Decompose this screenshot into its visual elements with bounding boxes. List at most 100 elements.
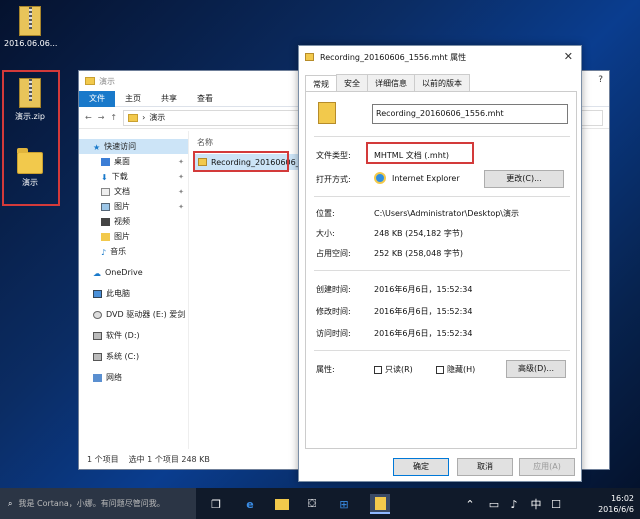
file-explorer-taskbar-icon[interactable]	[272, 494, 292, 514]
up-icon[interactable]: ↑	[110, 113, 117, 122]
clock-time: 16:02	[610, 494, 634, 503]
separator	[314, 136, 570, 137]
modified-value: 2016年6月6日，15:52:34	[374, 307, 473, 316]
location-value: C:\Users\Administrator\Desktop\演示	[374, 209, 519, 218]
folder-icon	[128, 113, 139, 122]
created-value: 2016年6月6日，15:52:34	[374, 285, 473, 294]
change-button[interactable]: 更改(C)...	[484, 170, 564, 188]
attributes-label: 属性:	[316, 365, 335, 374]
chevron-up-icon[interactable]: ⌃	[460, 494, 480, 514]
hidden-checkbox[interactable]: 隐藏(H)	[436, 364, 475, 375]
nav-item-pictures[interactable]: 图片 ✦	[79, 199, 188, 214]
cancel-button[interactable]: 取消	[457, 458, 513, 476]
search-icon: ⌕	[8, 498, 13, 508]
location-label: 位置:	[316, 209, 335, 218]
open-with-value: Internet Explorer	[392, 174, 460, 183]
tab-details[interactable]: 详细信息	[367, 74, 415, 92]
nav-item-dvd[interactable]: DVD 驱动器 (E:) 爱剑	[79, 307, 188, 322]
item-count: 1 个项目	[87, 455, 119, 464]
created-label: 创建时间:	[316, 285, 351, 294]
nav-item-drive-c[interactable]: 系统 (C:)	[79, 349, 188, 364]
modified-label: 修改时间:	[316, 307, 351, 316]
highlight-desktop-icons	[2, 70, 60, 206]
network-tray-icon[interactable]: ▭	[484, 494, 504, 514]
store-icon[interactable]: ⛋	[302, 494, 322, 514]
star-icon: ★	[93, 142, 101, 152]
download-icon: ⬇	[101, 172, 108, 182]
ribbon-tab-home[interactable]: 主页	[115, 91, 151, 107]
pin-icon: ✦	[178, 202, 184, 211]
task-view-icon[interactable]: ❐	[206, 494, 226, 514]
help-icon[interactable]: ?	[598, 75, 603, 85]
size-on-disk-label: 占用空间:	[316, 249, 351, 258]
tab-previous-versions[interactable]: 以前的版本	[414, 74, 470, 92]
nav-item-videos[interactable]: 视频	[79, 214, 188, 229]
music-icon: ♪	[101, 247, 107, 257]
file-type-icon	[318, 102, 336, 124]
ribbon-tab-share[interactable]: 共享	[151, 91, 187, 107]
size-label: 大小:	[316, 229, 335, 238]
dialog-tabs: 常规 安全 详细信息 以前的版本	[305, 74, 470, 93]
internet-explorer-icon	[374, 172, 386, 184]
pin-icon: ✦	[178, 187, 184, 196]
taskbar-clock[interactable]: 16:02 2016/6/6	[598, 493, 634, 515]
ribbon-tab-file[interactable]: 文件	[79, 90, 115, 107]
checkbox-box	[436, 365, 444, 374]
file-name-field[interactable]: Recording_20160606_1556.mht	[372, 104, 568, 124]
highlight-file-type	[366, 142, 474, 164]
cortana-search-box[interactable]: ⌕ 我是 Cortana，小娜。有问题尽管问我。	[0, 488, 196, 519]
nav-item-onedrive[interactable]: ☁ OneDrive	[79, 265, 188, 280]
nav-item-desktop[interactable]: 桌面 ✦	[79, 154, 188, 169]
dvd-icon	[93, 310, 102, 319]
status-bar: 1 个项目 选中 1 个项目 248 KB	[87, 454, 210, 465]
pin-icon: ✦	[178, 172, 184, 181]
address-path: 演示	[149, 113, 166, 122]
zip-file-icon	[19, 6, 41, 36]
windows-icon[interactable]: ⊞	[334, 494, 354, 514]
nav-item-network[interactable]: 网络	[79, 370, 188, 385]
forward-icon[interactable]: →	[98, 113, 105, 122]
apply-button[interactable]: 应用(A)	[519, 458, 575, 476]
ok-button[interactable]: 确定	[393, 458, 449, 476]
readonly-checkbox[interactable]: 只读(R)	[374, 364, 413, 375]
drive-icon	[93, 331, 102, 340]
video-icon	[101, 217, 110, 226]
advanced-button[interactable]: 高级(D)...	[506, 360, 566, 378]
ime-icon[interactable]: 中	[526, 494, 546, 514]
clock-date: 2016/6/6	[598, 505, 634, 514]
type-label: 文件类型:	[316, 151, 351, 160]
pin-icon: ✦	[178, 157, 184, 166]
mht-file-icon	[305, 53, 314, 61]
nav-item-quick-access[interactable]: ★ 快速访问	[79, 139, 188, 154]
folder-icon	[101, 232, 110, 241]
folder-icon	[85, 77, 95, 85]
ribbon-tab-view[interactable]: 查看	[187, 91, 223, 107]
nav-item-drive-d[interactable]: 软件 (D:)	[79, 328, 188, 343]
picture-icon	[101, 202, 110, 211]
nav-item-this-pc[interactable]: 此电脑	[79, 286, 188, 301]
back-icon[interactable]: ←	[85, 113, 92, 122]
highlight-file	[193, 151, 289, 172]
dialog-titlebar: Recording_20160606_1556.mht 属性	[299, 46, 581, 68]
cloud-icon: ☁	[93, 268, 101, 278]
desktop-icon-label: 2016.06.06...	[4, 39, 58, 48]
size-on-disk-value: 252 KB (258,048 字节)	[374, 249, 463, 258]
nav-item-documents[interactable]: 文档 ✦	[79, 184, 188, 199]
separator	[314, 196, 570, 197]
close-icon[interactable]: ✕	[564, 50, 573, 63]
mht-taskbar-icon[interactable]	[370, 494, 390, 514]
nav-item-pictures-folder[interactable]: 图片	[79, 229, 188, 244]
notification-icon[interactable]: ☐	[546, 494, 566, 514]
window-controls: ?	[598, 75, 603, 85]
nav-item-downloads[interactable]: ⬇ 下载 ✦	[79, 169, 188, 184]
column-header-name[interactable]: 名称	[197, 137, 213, 148]
tab-security[interactable]: 安全	[336, 74, 368, 92]
separator	[314, 270, 570, 271]
edge-icon[interactable]: e	[240, 494, 260, 514]
nav-item-music[interactable]: ♪ 音乐	[79, 244, 188, 259]
volume-icon[interactable]: ♪	[504, 494, 524, 514]
accessed-label: 访问时间:	[316, 329, 351, 338]
properties-dialog: Recording_20160606_1556.mht 属性 ✕ 常规 安全 详…	[298, 45, 582, 482]
explorer-title: 演示	[99, 76, 115, 86]
desktop-icon-zip-top[interactable]: 2016.06.06...	[4, 6, 58, 48]
